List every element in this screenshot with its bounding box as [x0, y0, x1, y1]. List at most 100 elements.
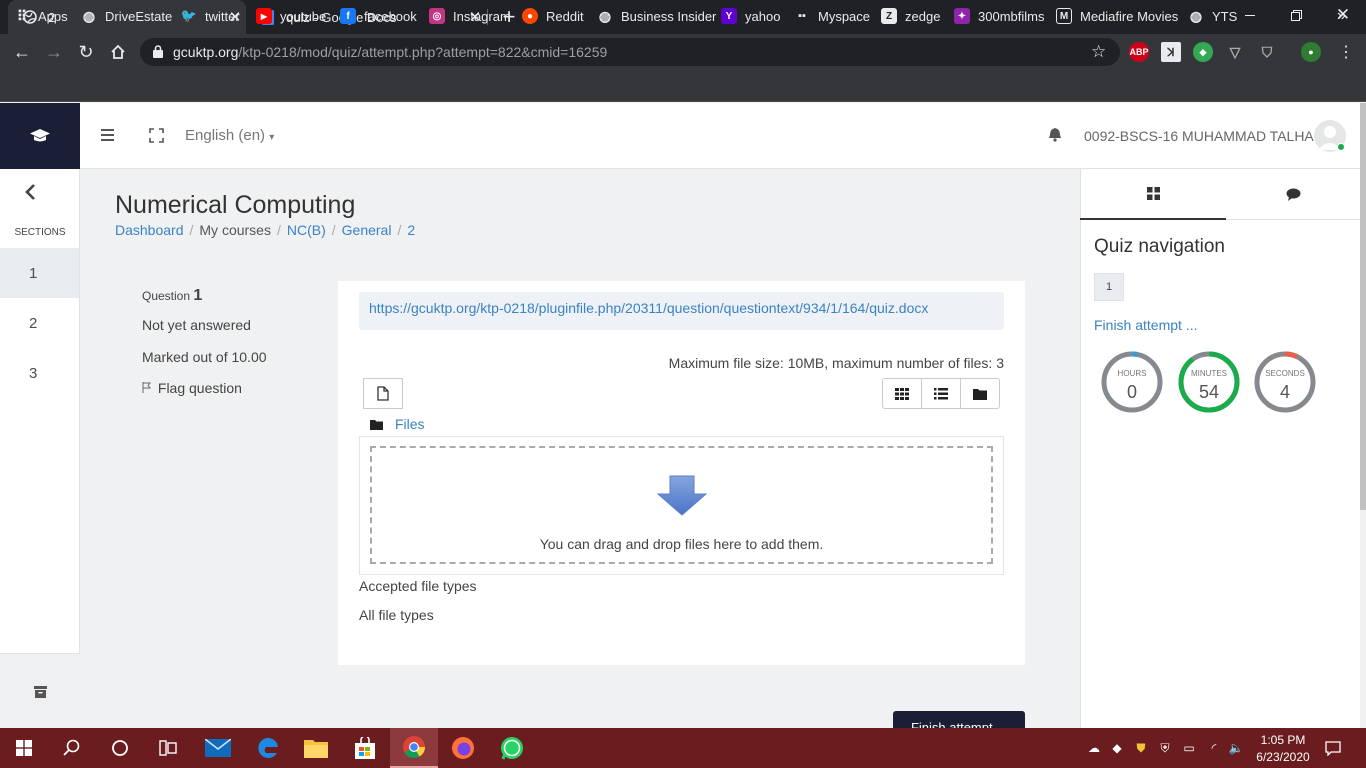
breadcrumb-separator: /	[189, 222, 194, 238]
firefox-icon[interactable]	[439, 728, 487, 768]
language-menu[interactable]: English (en) ▾	[185, 127, 274, 144]
bookmark-star-icon[interactable]: ☆	[1091, 42, 1106, 62]
quiz-nav-title: Quiz navigation	[1094, 236, 1225, 257]
cortana-icon[interactable]	[96, 728, 144, 768]
notifications-bell-icon[interactable]	[1048, 127, 1062, 147]
bookmark-item[interactable]: ▶ youtube	[256, 7, 326, 25]
globe-icon: ◍	[1189, 7, 1203, 24]
profile-avatar-icon[interactable]: ●	[1301, 42, 1321, 62]
breadcrumb-link[interactable]: 2	[407, 222, 415, 238]
chat-bubble-icon	[1286, 188, 1300, 201]
graduation-cap-icon	[30, 129, 50, 142]
view-icons-button[interactable]	[882, 378, 922, 409]
bookmark-item[interactable]: f facebook	[340, 7, 417, 25]
extension-icon[interactable]: ꓘ	[1161, 42, 1181, 62]
forward-icon[interactable]: →	[40, 38, 68, 66]
question-text-link[interactable]: https://gcuktp.org/ktp-0218/pluginfile.p…	[359, 292, 1004, 330]
instagram-icon: ◎	[429, 8, 445, 24]
section-item[interactable]: 1	[0, 248, 79, 298]
timer-value: 0	[1126, 382, 1137, 402]
home-icon[interactable]	[104, 38, 132, 66]
adblock-plus-icon[interactable]: ABP	[1129, 42, 1149, 62]
windows-start-icon[interactable]	[0, 728, 48, 768]
clock-time[interactable]: 1:05 PM	[1252, 733, 1314, 747]
back-icon[interactable]: ←	[8, 38, 36, 66]
reload-icon[interactable]: ↻	[72, 38, 100, 66]
bookmarks-bar	[0, 70, 1366, 102]
timer-label: MINUTES	[1191, 369, 1227, 378]
section-item[interactable]: 3	[0, 348, 79, 398]
onedrive-icon[interactable]: ☁	[1085, 739, 1103, 757]
site-logo[interactable]	[0, 103, 80, 169]
shield-extension-icon[interactable]: ⛉	[1257, 42, 1277, 62]
flag-question-link[interactable]: Flag question	[142, 380, 242, 396]
extension-icon[interactable]: ◆	[1193, 42, 1213, 62]
search-icon[interactable]	[48, 728, 96, 768]
defender-icon[interactable]: ⛨	[1156, 739, 1174, 757]
bookmark-item[interactable]: ● Reddit	[522, 7, 584, 25]
bookmark-item[interactable]: Zzedge	[881, 7, 940, 25]
edge-icon[interactable]	[244, 728, 292, 768]
bookmark-item[interactable]: ◍ Business Insider	[597, 7, 717, 25]
finish-attempt-link[interactable]: Finish attempt ...	[1094, 317, 1197, 333]
browser-menu-icon[interactable]: ⋮	[1338, 42, 1354, 62]
files-folder-link[interactable]: Files	[395, 416, 425, 432]
notification-center-icon[interactable]	[1324, 739, 1342, 757]
task-view-icon[interactable]	[144, 728, 192, 768]
fullscreen-icon[interactable]	[149, 128, 164, 148]
bookmarks-overflow-icon[interactable]: »	[1337, 7, 1346, 25]
battery-icon[interactable]: ▭	[1180, 739, 1198, 757]
bookmark-item[interactable]: ◍ DriveEstate	[81, 7, 172, 25]
scrollbar-thumb[interactable]	[1360, 103, 1366, 510]
max-file-size-text: Maximum file size: 10MB, maximum number …	[668, 355, 1004, 371]
tray-app-icon[interactable]: ◆	[1108, 739, 1126, 757]
bookmark-item[interactable]: M Mediafire Movies	[1056, 7, 1178, 25]
drop-zone-text: You can drag and drop files here to add …	[539, 536, 824, 552]
view-tree-button[interactable]	[960, 378, 1000, 409]
breadcrumb-separator: /	[276, 222, 281, 238]
volume-icon[interactable]: 🔈	[1227, 739, 1245, 757]
bookmark-apps[interactable]: ⠿ Apps	[14, 7, 68, 25]
folder-icon	[370, 417, 383, 435]
tab-blocks[interactable]	[1080, 169, 1226, 220]
add-file-button[interactable]	[363, 378, 403, 409]
clock-date[interactable]: 6/23/2020	[1250, 750, 1316, 764]
file-explorer-icon[interactable]	[292, 728, 340, 768]
breadcrumb-text: My courses	[199, 222, 271, 238]
breadcrumb-link[interactable]: General	[342, 222, 392, 238]
bookmark-item[interactable]: Yyahoo	[721, 7, 780, 25]
hamburger-menu-icon[interactable]	[101, 128, 115, 146]
user-name[interactable]: 0092-BSCS-16 MUHAMMAD TALHA	[1084, 128, 1314, 144]
bookmark-item[interactable]: ▪▪ Myspace	[794, 7, 870, 25]
timer-hours: HOURS 0	[1100, 350, 1164, 414]
apps-grid-icon: ⠿	[16, 7, 28, 24]
bookmark-item[interactable]: 🐦 twitter	[181, 7, 240, 25]
facebook-icon: f	[340, 8, 356, 24]
bookmark-item[interactable]: ◍ YTS	[1188, 7, 1237, 25]
restore-icon[interactable]	[1273, 0, 1319, 30]
myspace-icon: ▪▪	[798, 10, 806, 22]
quiz-nav-question-button[interactable]: 1	[1094, 273, 1124, 301]
tab-messages[interactable]	[1226, 169, 1360, 220]
whatsapp-icon[interactable]	[488, 728, 536, 768]
question-number: Question 1	[142, 287, 203, 304]
question-state: Not yet answered	[142, 317, 251, 333]
breadcrumb-link[interactable]: NC(B)	[287, 222, 326, 238]
bookmark-item[interactable]: ◎ Instagram	[429, 7, 511, 25]
folder-icon	[973, 388, 987, 400]
view-list-button[interactable]	[921, 378, 961, 409]
extension-icon[interactable]: ▽	[1225, 42, 1245, 62]
chrome-taskbar-icon[interactable]	[390, 728, 438, 768]
chevron-left-icon[interactable]	[24, 183, 36, 206]
mediafire-icon: M	[1056, 8, 1072, 24]
breadcrumb-link[interactable]: Dashboard	[115, 222, 184, 238]
bookmark-item[interactable]: ✦ 300mbfilms	[954, 7, 1044, 25]
section-item[interactable]: 2	[0, 298, 79, 348]
breadcrumb-separator: /	[397, 222, 402, 238]
url-text[interactable]: gcuktp.org/ktp-0218/mod/quiz/attempt.php…	[173, 44, 607, 60]
antivirus-icon[interactable]: ⛊	[1132, 739, 1150, 757]
archive-icon[interactable]	[34, 685, 47, 703]
mail-icon[interactable]	[194, 728, 242, 768]
wifi-icon[interactable]: ◜	[1205, 739, 1223, 757]
store-icon[interactable]	[341, 728, 389, 768]
